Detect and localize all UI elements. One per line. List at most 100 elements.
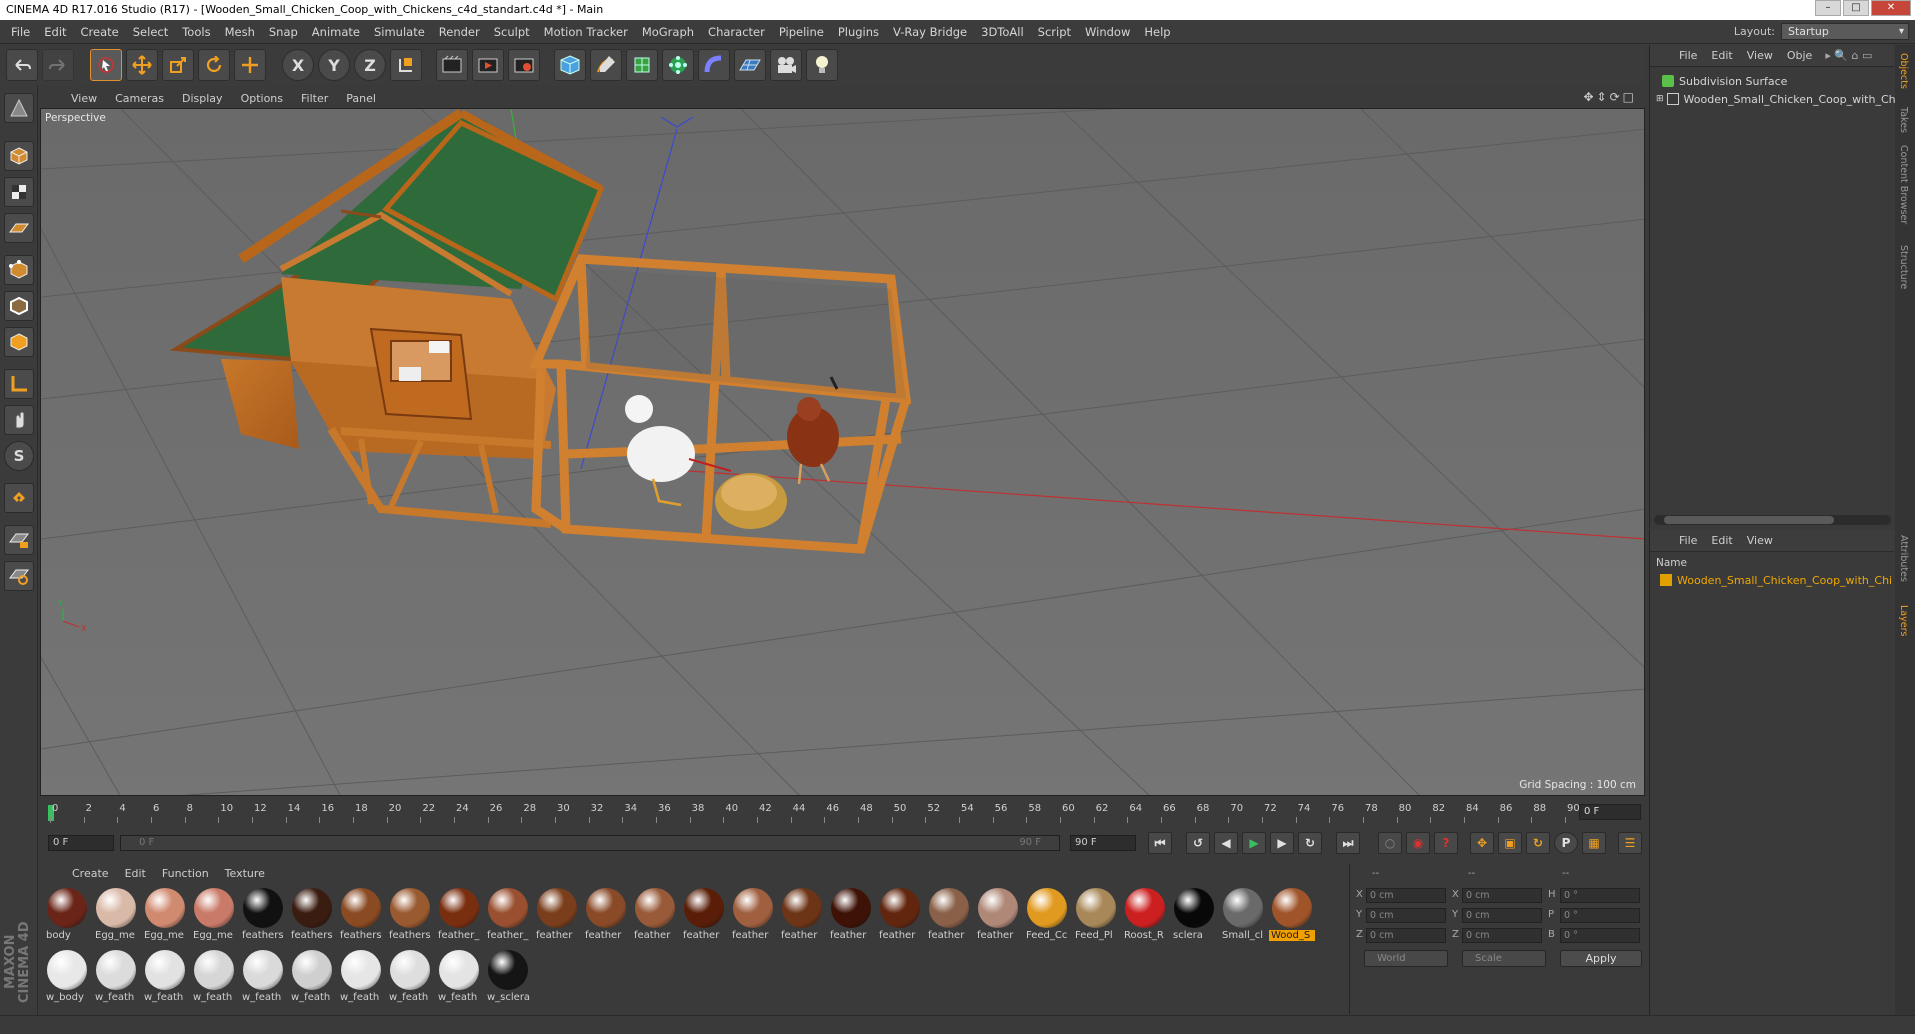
material-swatch[interactable]: feather_ bbox=[485, 886, 531, 946]
material-swatch[interactable]: feathers bbox=[338, 886, 384, 946]
autokeying-icon[interactable]: ◉ bbox=[1406, 832, 1430, 854]
recent-tools-icon[interactable] bbox=[234, 49, 266, 81]
material-swatch[interactable]: Egg_me bbox=[93, 886, 139, 946]
material-swatch[interactable]: feathers bbox=[289, 886, 335, 946]
cloner-icon[interactable] bbox=[662, 49, 694, 81]
material-swatch[interactable]: feather_ bbox=[436, 886, 482, 946]
material-swatch[interactable]: w_feath bbox=[387, 948, 433, 1008]
viewport-navigation-icons[interactable]: ✥⇕⟳□ bbox=[1583, 90, 1637, 104]
material-swatch[interactable]: Feed_Cc bbox=[1024, 886, 1070, 946]
menu-animate[interactable]: Animate bbox=[305, 25, 367, 39]
coordinate-system-icon[interactable] bbox=[390, 49, 422, 81]
planar-workplane-icon[interactable] bbox=[4, 561, 34, 591]
live-selection-icon[interactable] bbox=[90, 49, 122, 81]
perspective-viewport[interactable]: Y X Perspective Grid Spacing : 100 cm bbox=[40, 108, 1645, 796]
menu-vray-bridge[interactable]: V-Ray Bridge bbox=[886, 25, 974, 39]
menu-plugins[interactable]: Plugins bbox=[831, 25, 886, 39]
pos-y-field[interactable]: 0 cm bbox=[1366, 908, 1446, 923]
edges-mode-icon[interactable] bbox=[4, 291, 34, 321]
material-swatch[interactable]: Roost_R bbox=[1122, 886, 1168, 946]
light-icon[interactable] bbox=[806, 49, 838, 81]
tab-structure[interactable]: Structure bbox=[1898, 245, 1909, 289]
go-to-previous-key-icon[interactable]: ↺ bbox=[1186, 832, 1210, 854]
object-manager-tools-icons[interactable]: ▸ 🔍 ⌂ ▭ bbox=[1825, 49, 1872, 62]
go-to-start-icon[interactable]: ⏮ bbox=[1148, 832, 1172, 854]
pos-z-field[interactable]: 0 cm bbox=[1366, 928, 1446, 943]
material-swatch[interactable]: feathers bbox=[387, 886, 433, 946]
viewport-menu-filter[interactable]: Filter bbox=[292, 92, 337, 105]
key-scale-icon[interactable]: ▣ bbox=[1498, 832, 1522, 854]
close-icon[interactable]: ✕ bbox=[1871, 0, 1911, 16]
material-swatch[interactable]: w_feath bbox=[289, 948, 335, 1008]
tab-content-browser[interactable]: Content Browser bbox=[1898, 145, 1909, 224]
current-frame-field[interactable]: 0 F bbox=[1579, 804, 1641, 820]
menu-render[interactable]: Render bbox=[432, 25, 487, 39]
x-axis-lock-button[interactable]: X bbox=[282, 49, 314, 81]
material-swatch[interactable]: w_feath bbox=[240, 948, 286, 1008]
menu-edit[interactable]: Edit bbox=[37, 25, 73, 39]
material-swatch[interactable]: Feed_Pl bbox=[1073, 886, 1119, 946]
points-mode-icon[interactable] bbox=[4, 255, 34, 285]
object-menu-view[interactable]: View bbox=[1740, 49, 1780, 62]
snap-settings-button[interactable]: S bbox=[4, 441, 34, 471]
locked-workplane-icon[interactable] bbox=[4, 525, 34, 555]
frame-range-slider[interactable]: 0 F 90 F bbox=[120, 835, 1060, 851]
texture-mode-icon[interactable] bbox=[4, 177, 34, 207]
menu-help[interactable]: Help bbox=[1137, 25, 1177, 39]
material-swatch[interactable]: feathers bbox=[240, 886, 286, 946]
viewport-menu-display[interactable]: Display bbox=[173, 92, 232, 105]
viewport-menu-cameras[interactable]: Cameras bbox=[106, 92, 173, 105]
viewport-menu-view[interactable]: View bbox=[62, 92, 106, 105]
material-swatch[interactable]: w_feath bbox=[93, 948, 139, 1008]
object-menu-edit[interactable]: Edit bbox=[1704, 49, 1739, 62]
magnet-icon[interactable] bbox=[4, 483, 34, 513]
menu-character[interactable]: Character bbox=[701, 25, 772, 39]
object-menu-file[interactable]: File bbox=[1672, 49, 1704, 62]
layout-dropdown[interactable]: Startup bbox=[1781, 23, 1909, 40]
layer-menu-view[interactable]: View bbox=[1740, 534, 1780, 547]
viewport-menu-options[interactable]: Options bbox=[232, 92, 292, 105]
object-manager-scrollbar[interactable] bbox=[1654, 515, 1891, 525]
material-swatch[interactable]: w_sclera bbox=[485, 948, 531, 1008]
menu-simulate[interactable]: Simulate bbox=[367, 25, 432, 39]
rotate-icon[interactable] bbox=[198, 49, 230, 81]
tweak-mode-icon[interactable] bbox=[4, 405, 34, 435]
menu-motion-tracker[interactable]: Motion Tracker bbox=[537, 25, 635, 39]
go-to-next-key-icon[interactable]: ↻ bbox=[1298, 832, 1322, 854]
menu-pipeline[interactable]: Pipeline bbox=[772, 25, 831, 39]
menu-file[interactable]: File bbox=[4, 25, 37, 39]
material-swatch[interactable]: feather bbox=[583, 886, 629, 946]
material-swatch[interactable]: Wood_S bbox=[1269, 886, 1315, 946]
next-frame-icon[interactable]: ▶ bbox=[1270, 832, 1294, 854]
material-menu-texture[interactable]: Texture bbox=[217, 867, 273, 880]
z-axis-lock-button[interactable]: Z bbox=[354, 49, 386, 81]
menu-3dtoall[interactable]: 3DToAll bbox=[974, 25, 1031, 39]
layer-menu-file[interactable]: File bbox=[1672, 534, 1704, 547]
key-rotation-icon[interactable]: ↻ bbox=[1526, 832, 1550, 854]
material-swatch[interactable]: w_feath bbox=[338, 948, 384, 1008]
model-mode-icon[interactable] bbox=[4, 141, 34, 171]
material-swatch[interactable]: w_feath bbox=[436, 948, 482, 1008]
material-swatch[interactable]: Egg_me bbox=[142, 886, 188, 946]
tab-layers[interactable]: Layers bbox=[1898, 605, 1909, 636]
material-menu-create[interactable]: Create bbox=[64, 867, 117, 880]
menu-sculpt[interactable]: Sculpt bbox=[487, 25, 537, 39]
material-swatch[interactable]: feather bbox=[779, 886, 825, 946]
material-swatch[interactable]: feather bbox=[681, 886, 727, 946]
go-to-end-icon[interactable]: ⏭ bbox=[1336, 832, 1360, 854]
menu-script[interactable]: Script bbox=[1031, 25, 1078, 39]
material-swatch[interactable]: w_feath bbox=[191, 948, 237, 1008]
layer-menu-edit[interactable]: Edit bbox=[1704, 534, 1739, 547]
make-editable-icon[interactable] bbox=[4, 93, 34, 123]
material-swatch[interactable]: Egg_me bbox=[191, 886, 237, 946]
timeline-ruler[interactable]: 0 2 4 6 8 10 12 14 16 18 20 22 24 26 28 30 32 34 36 38 40 42 4… bbox=[40, 800, 1645, 826]
minimize-icon[interactable]: – bbox=[1815, 0, 1841, 16]
render-view-icon[interactable] bbox=[436, 49, 468, 81]
size-mode-dropdown[interactable]: Scale bbox=[1462, 950, 1546, 967]
redo-icon[interactable] bbox=[42, 49, 74, 81]
menu-tools[interactable]: Tools bbox=[175, 25, 217, 39]
material-swatch[interactable]: w_feath bbox=[142, 948, 188, 1008]
menu-mesh[interactable]: Mesh bbox=[218, 25, 262, 39]
menu-mograph[interactable]: MoGraph bbox=[635, 25, 701, 39]
material-swatch[interactable]: feather bbox=[975, 886, 1021, 946]
